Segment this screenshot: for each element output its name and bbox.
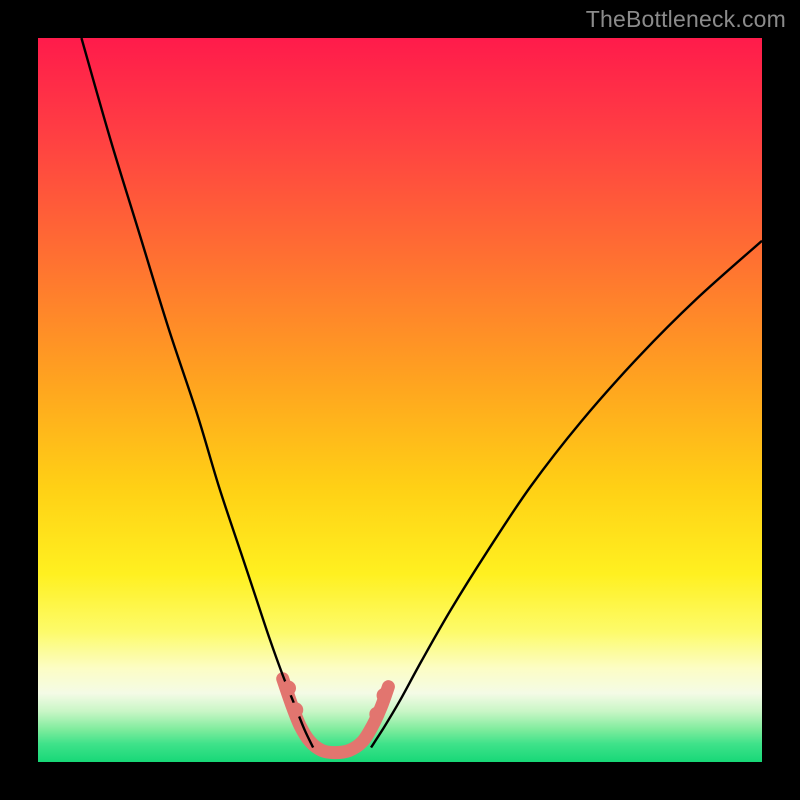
series-left_curve [81, 38, 313, 748]
watermark-text: TheBottleneck.com [586, 6, 786, 33]
trough-dot-3 [377, 688, 392, 703]
curves-layer [38, 38, 762, 762]
trough-dot-0 [281, 681, 296, 696]
series-right_curve [371, 241, 762, 748]
plot-area [38, 38, 762, 762]
trough-dot-2 [369, 707, 384, 722]
chart-frame: TheBottleneck.com [0, 0, 800, 800]
trough-dot-1 [288, 702, 303, 717]
